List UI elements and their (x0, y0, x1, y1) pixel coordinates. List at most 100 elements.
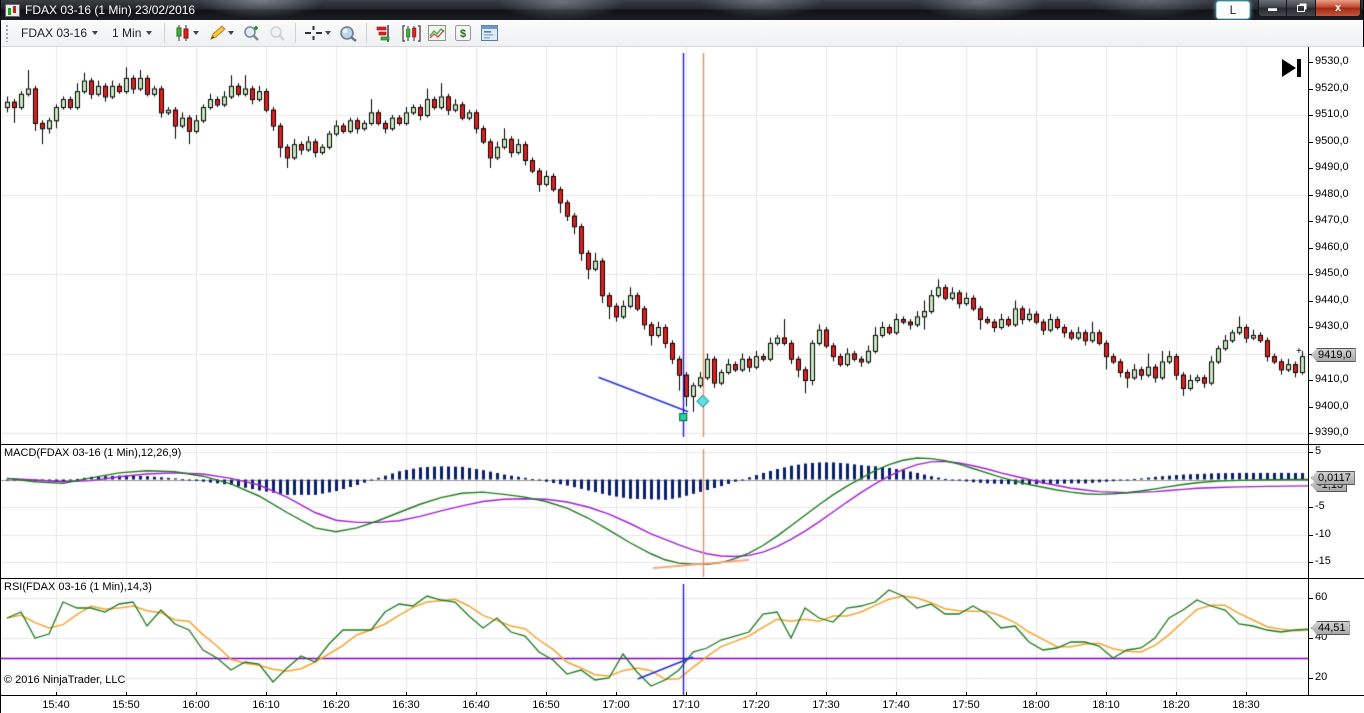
price-axis-label-tick (1309, 407, 1313, 408)
macd-value-marker: 0,0117 (1311, 471, 1355, 485)
minimize-icon: ▬ (1268, 3, 1277, 13)
price-axis-label: 9490,0 (1315, 161, 1349, 173)
properties-icon (480, 25, 498, 41)
rsi-axis-label-tick (1309, 678, 1313, 679)
price-axis-label-tick (1309, 274, 1313, 275)
instrument-selector[interactable]: FDAX 03-16 (14, 23, 105, 43)
chevron-down-icon (193, 31, 200, 35)
price-axis-label-tick (1309, 327, 1313, 328)
candlestick-icon (176, 25, 189, 41)
indicators-icon (428, 25, 447, 41)
price-axis-label-tick (1309, 301, 1313, 302)
close-button[interactable]: x (1316, 0, 1361, 17)
time-axis-label: 16:50 (532, 699, 560, 711)
macd-axis-label: -10 (1315, 528, 1331, 540)
time-axis-tick (336, 692, 337, 696)
time-axis-label: 18:10 (1092, 699, 1120, 711)
time-axis-label: 15:50 (112, 699, 140, 711)
price-axis-label: 9510,0 (1315, 108, 1349, 120)
price-axis-label: 9460,0 (1315, 241, 1349, 253)
time-axis-label: 17:40 (882, 699, 910, 711)
time-axis-tick (196, 692, 197, 696)
chevron-down-icon (227, 31, 234, 35)
price-axis-label: 9400,0 (1315, 400, 1349, 412)
macd-axis-label-tick (1309, 535, 1313, 536)
time-axis-label: 16:20 (322, 699, 350, 711)
price-axis-label: 9430,0 (1315, 320, 1349, 332)
price-axis-label-tick (1309, 221, 1313, 222)
zoom-in-button[interactable] (239, 22, 263, 44)
period-label: 1 Min (112, 26, 142, 40)
time-axis-label: 17:20 (742, 699, 770, 711)
macd-panel-label: MACD(FDAX 03-16 (1 Min),12,26,9) (4, 447, 182, 459)
time-axis[interactable]: 15:40 15:50 16:00 16:10 16:20 16:30 16:40 16:50… (1, 692, 1364, 713)
price-axis-label: 9520,0 (1315, 82, 1349, 94)
copyright-text: © 2016 NinjaTrader, LLC (4, 674, 126, 686)
time-axis-tick (1106, 692, 1107, 696)
rsi-panel-label: RSI(FDAX 03-16 (1 Min),14,3) (4, 581, 152, 593)
chart-canvas[interactable] (1, 47, 1308, 695)
title-bar: FDAX 03-16 (1 Min) 23/02/2016 L ▬ x (1, 0, 1363, 20)
data-box-button[interactable] (336, 22, 360, 44)
price-axis-label-tick (1309, 248, 1313, 249)
chart-window-icon (5, 3, 20, 17)
restore-icon (1297, 4, 1305, 12)
time-axis-tick (126, 692, 127, 696)
link-button[interactable]: L (1216, 1, 1250, 19)
toolbar-grip[interactable] (5, 24, 10, 42)
dollar-icon: $ (455, 25, 472, 41)
properties-button[interactable] (477, 22, 501, 44)
period-selector[interactable]: 1 Min (105, 23, 159, 43)
zoom-out-button[interactable] (265, 22, 289, 44)
chart-toolbar: FDAX 03-16 1 Min $ (1, 20, 1363, 47)
time-axis-label: 18:20 (1162, 699, 1190, 711)
chevron-down-icon (146, 31, 153, 35)
close-icon: x (1334, 2, 1342, 14)
data-series-button[interactable] (399, 22, 423, 44)
price-axis[interactable]: 9530,0 9520,0 9510,0 9500,0 9490,0 9480,0 9470… (1308, 47, 1364, 695)
drawing-tools-button[interactable] (205, 22, 237, 44)
time-axis-label: 18:30 (1232, 699, 1260, 711)
price-axis-label-tick (1309, 89, 1313, 90)
rsi-axis-label-tick (1309, 598, 1313, 599)
go-to-end-icon[interactable] (1282, 57, 1304, 79)
time-axis-label: 16:00 (182, 699, 210, 711)
chevron-down-icon (92, 31, 99, 35)
ninjatrader-chart-window: FDAX 03-16 (1 Min) 23/02/2016 L ▬ x FDAX… (0, 0, 1364, 713)
time-axis-tick (1176, 692, 1177, 696)
cursor-crosshair-button[interactable] (302, 22, 334, 44)
time-axis-tick (1036, 692, 1037, 696)
price-axis-label-tick (1309, 62, 1313, 63)
crosshair-icon (305, 26, 323, 40)
macd-axis-label: -5 (1315, 500, 1325, 512)
panel-separator[interactable] (1, 444, 1364, 445)
minimize-button[interactable]: ▬ (1258, 0, 1287, 17)
time-axis-tick (1246, 692, 1247, 696)
restore-button[interactable] (1287, 0, 1316, 17)
time-axis-tick (896, 692, 897, 696)
magnifier-icon (340, 25, 358, 42)
window-title: FDAX 03-16 (1 Min) 23/02/2016 (25, 3, 196, 17)
time-axis-tick (476, 692, 477, 696)
chart-trader-button[interactable] (373, 22, 397, 44)
price-axis-label: 9410,0 (1315, 373, 1349, 385)
macd-axis-label: 5 (1315, 445, 1322, 457)
time-axis-label: 17:50 (952, 699, 980, 711)
svg-text:$: $ (460, 28, 466, 40)
indicators-button[interactable] (425, 22, 449, 44)
chart-style-button[interactable] (171, 22, 203, 44)
toolbar-separator (366, 23, 368, 43)
strategies-button[interactable]: $ (451, 22, 475, 44)
price-axis-label: 9390,0 (1315, 426, 1349, 438)
price-axis-label: 9470,0 (1315, 214, 1349, 226)
price-axis-label-tick (1309, 115, 1313, 116)
toolbar-separator (164, 23, 166, 43)
time-axis-label: 16:40 (462, 699, 490, 711)
time-axis-label: 16:10 (252, 699, 280, 711)
panel-separator[interactable] (1, 578, 1364, 579)
time-axis-tick (686, 692, 687, 696)
price-axis-label: 9480,0 (1315, 188, 1349, 200)
time-axis-label: 18:00 (1022, 699, 1050, 711)
time-axis-label: 16:30 (392, 699, 420, 711)
time-axis-tick (756, 692, 757, 696)
